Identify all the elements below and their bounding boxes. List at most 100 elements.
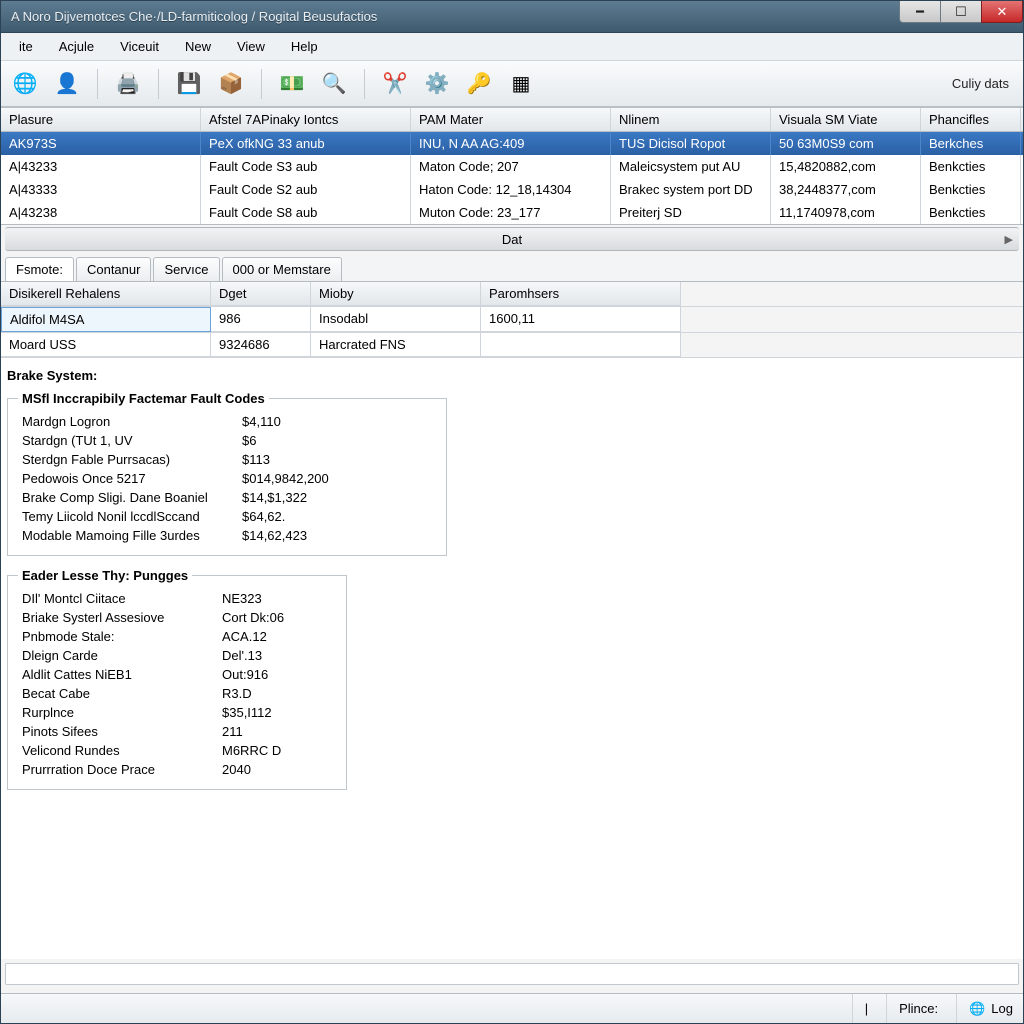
col-phancifles[interactable]: Phancifles: [921, 108, 1021, 131]
statusbar: | Plince: 🌐 Log: [1, 993, 1023, 1023]
toolbar-separator: [261, 69, 262, 99]
kv-label: Velicond Rundes: [18, 741, 218, 760]
kv-label: Briake Systerl Assesiove: [18, 608, 218, 627]
bottom-track[interactable]: [5, 963, 1019, 985]
tab-contanur[interactable]: Contanur: [76, 257, 151, 281]
sub-col-paromhsers[interactable]: Paromhsers: [481, 282, 681, 306]
content-area: Brake System: MSfl Inccrapibily Factemar…: [1, 358, 1023, 959]
table-row[interactable]: AK973S PeX ofkNG 33 anub INU, N AA AG:40…: [1, 132, 1023, 155]
cell: AK973S: [1, 132, 201, 155]
dat-bar-label: Dat: [502, 232, 522, 247]
sub-grid-row[interactable]: Aldifol M4SA 986 Insodabl 1600,11: [1, 307, 1023, 333]
kv-value: 211: [218, 722, 336, 741]
toolbar-buttons: 🌐 👤 🖨️ 💾 📦 💵 🔍 ✂️ ⚙️ 🔑 ▦: [9, 68, 537, 100]
menu-ite[interactable]: ite: [7, 35, 45, 58]
kv-label: DIl' Montcl Ciitace: [18, 589, 218, 608]
sub-col-rehalens[interactable]: Disikerell Rehalens: [1, 282, 211, 306]
toolbar-right-label: Culiy dats: [952, 76, 1015, 91]
kv-value: M6RRC D: [218, 741, 336, 760]
main-grid: Plasure Afstel 7APinaky Iontcs PAM Mater…: [1, 107, 1023, 225]
cell: TUS Dicisol Ropot: [611, 132, 771, 155]
sub-col-mioby[interactable]: Mioby: [311, 282, 481, 306]
cell: A|43233: [1, 155, 201, 178]
minimize-button[interactable]: ━: [899, 1, 941, 23]
kv-value: Out:916: [218, 665, 336, 684]
cell: Harcrated FNS: [311, 333, 481, 357]
menu-help[interactable]: Help: [279, 35, 330, 58]
cell: Moard USS: [1, 333, 211, 357]
window-buttons: ━ ☐ ✕: [900, 1, 1023, 32]
scissors-icon[interactable]: ✂️: [379, 68, 411, 100]
maximize-button[interactable]: ☐: [940, 1, 982, 23]
save-icon[interactable]: 💾: [173, 68, 205, 100]
col-nlinem[interactable]: Nlinem: [611, 108, 771, 131]
cell: 38,2448377,com: [771, 178, 921, 201]
status-plince: Plince:: [886, 994, 938, 1023]
col-afstel[interactable]: Afstel 7APinaky Iontcs: [201, 108, 411, 131]
kv-value: NE323: [218, 589, 336, 608]
kv-label: Mardgn Logron: [18, 412, 238, 431]
sub-grid-row[interactable]: Moard USS 9324686 Harcrated FNS: [1, 333, 1023, 358]
kv-value: $113: [238, 450, 436, 469]
tab-service[interactable]: Servıce: [153, 257, 219, 281]
grid-header: Plasure Afstel 7APinaky Iontcs PAM Mater…: [1, 107, 1023, 132]
table-row[interactable]: A|43233 Fault Code S3 aub Maton Code; 20…: [1, 155, 1023, 178]
kv-label: Prurrration Doce Prace: [18, 760, 218, 779]
col-plasure[interactable]: Plasure: [1, 108, 201, 131]
kv-value: $4,110: [238, 412, 436, 431]
sub-col-dget[interactable]: Dget: [211, 282, 311, 306]
kv-label: Pedowois Once 5217: [18, 469, 238, 488]
kv-value: $6: [238, 431, 436, 450]
menu-acjule[interactable]: Acjule: [47, 35, 106, 58]
kv-label: Temy Liicold Nonil lccdlSccand: [18, 507, 238, 526]
cell: 1600,11: [481, 307, 681, 332]
printer-icon[interactable]: 🖨️: [112, 68, 144, 100]
money-icon[interactable]: 💵: [276, 68, 308, 100]
kv-label: Aldlit Cattes NiEB1: [18, 665, 218, 684]
status-caret: |: [852, 994, 868, 1023]
kv-label: Pinots Sifees: [18, 722, 218, 741]
col-visuala[interactable]: Visuala SM Viate: [771, 108, 921, 131]
user-icon[interactable]: 👤: [51, 68, 83, 100]
brake-system-title: Brake System:: [1, 358, 1023, 387]
titlebar: A Noro Dijvemotces Che·/LD-farmiticolog …: [1, 1, 1023, 33]
cell: Maton Code; 207: [411, 155, 611, 178]
close-button[interactable]: ✕: [981, 1, 1023, 23]
cell: 50 63M0S9 com: [771, 132, 921, 155]
box-icon[interactable]: 📦: [215, 68, 247, 100]
cell: Fault Code S8 aub: [201, 201, 411, 224]
kv-list: Mardgn Logron$4,110 Stardgn (TUt 1, UV$6…: [18, 412, 436, 545]
fault-codes-legend: MSfl Inccrapibily Factemar Fault Codes: [18, 391, 269, 406]
status-log[interactable]: 🌐 Log: [956, 994, 1013, 1023]
tab-fsmote[interactable]: Fsmote:: [5, 257, 74, 281]
cell: Brakec system port DD: [611, 178, 771, 201]
grid-icon[interactable]: ▦: [505, 68, 537, 100]
table-row[interactable]: A|43238 Fault Code S8 aub Muton Code: 23…: [1, 201, 1023, 224]
kv-value: R3.D: [218, 684, 336, 703]
toolbar-separator: [364, 69, 365, 99]
pungges-group: Eader Lesse Thy: Pungges DIl' Montcl Cii…: [7, 568, 347, 790]
pungges-legend: Eader Lesse Thy: Pungges: [18, 568, 192, 583]
table-row[interactable]: A|43333 Fault Code S2 aub Haton Code: 12…: [1, 178, 1023, 201]
kv-label: Dleign Carde: [18, 646, 218, 665]
cell: 15,4820882,com: [771, 155, 921, 178]
app-window: A Noro Dijvemotces Che·/LD-farmiticolog …: [0, 0, 1024, 1024]
cell: A|43333: [1, 178, 201, 201]
cell: INU, N AA AG:409: [411, 132, 611, 155]
tab-memstare[interactable]: 000 or Memstare: [222, 257, 342, 281]
kv-value: $35,I112: [218, 703, 336, 722]
menubar: ite Acjule Viceuit New View Help: [1, 33, 1023, 61]
cell: [481, 333, 681, 357]
dat-bar[interactable]: Dat: [5, 227, 1019, 251]
menu-view[interactable]: View: [225, 35, 277, 58]
menu-viceuit[interactable]: Viceuit: [108, 35, 171, 58]
globe-icon[interactable]: 🌐: [9, 68, 41, 100]
kv-label: Brake Comp Sligi. Dane Boaniel: [18, 488, 238, 507]
search-icon[interactable]: 🔍: [318, 68, 350, 100]
col-pam[interactable]: PAM Mater: [411, 108, 611, 131]
kv-label: Sterdgn Fable Purrsacas): [18, 450, 238, 469]
menu-new[interactable]: New: [173, 35, 223, 58]
cell: Berkches: [921, 132, 1021, 155]
key-icon[interactable]: 🔑: [463, 68, 495, 100]
gear-icon[interactable]: ⚙️: [421, 68, 453, 100]
